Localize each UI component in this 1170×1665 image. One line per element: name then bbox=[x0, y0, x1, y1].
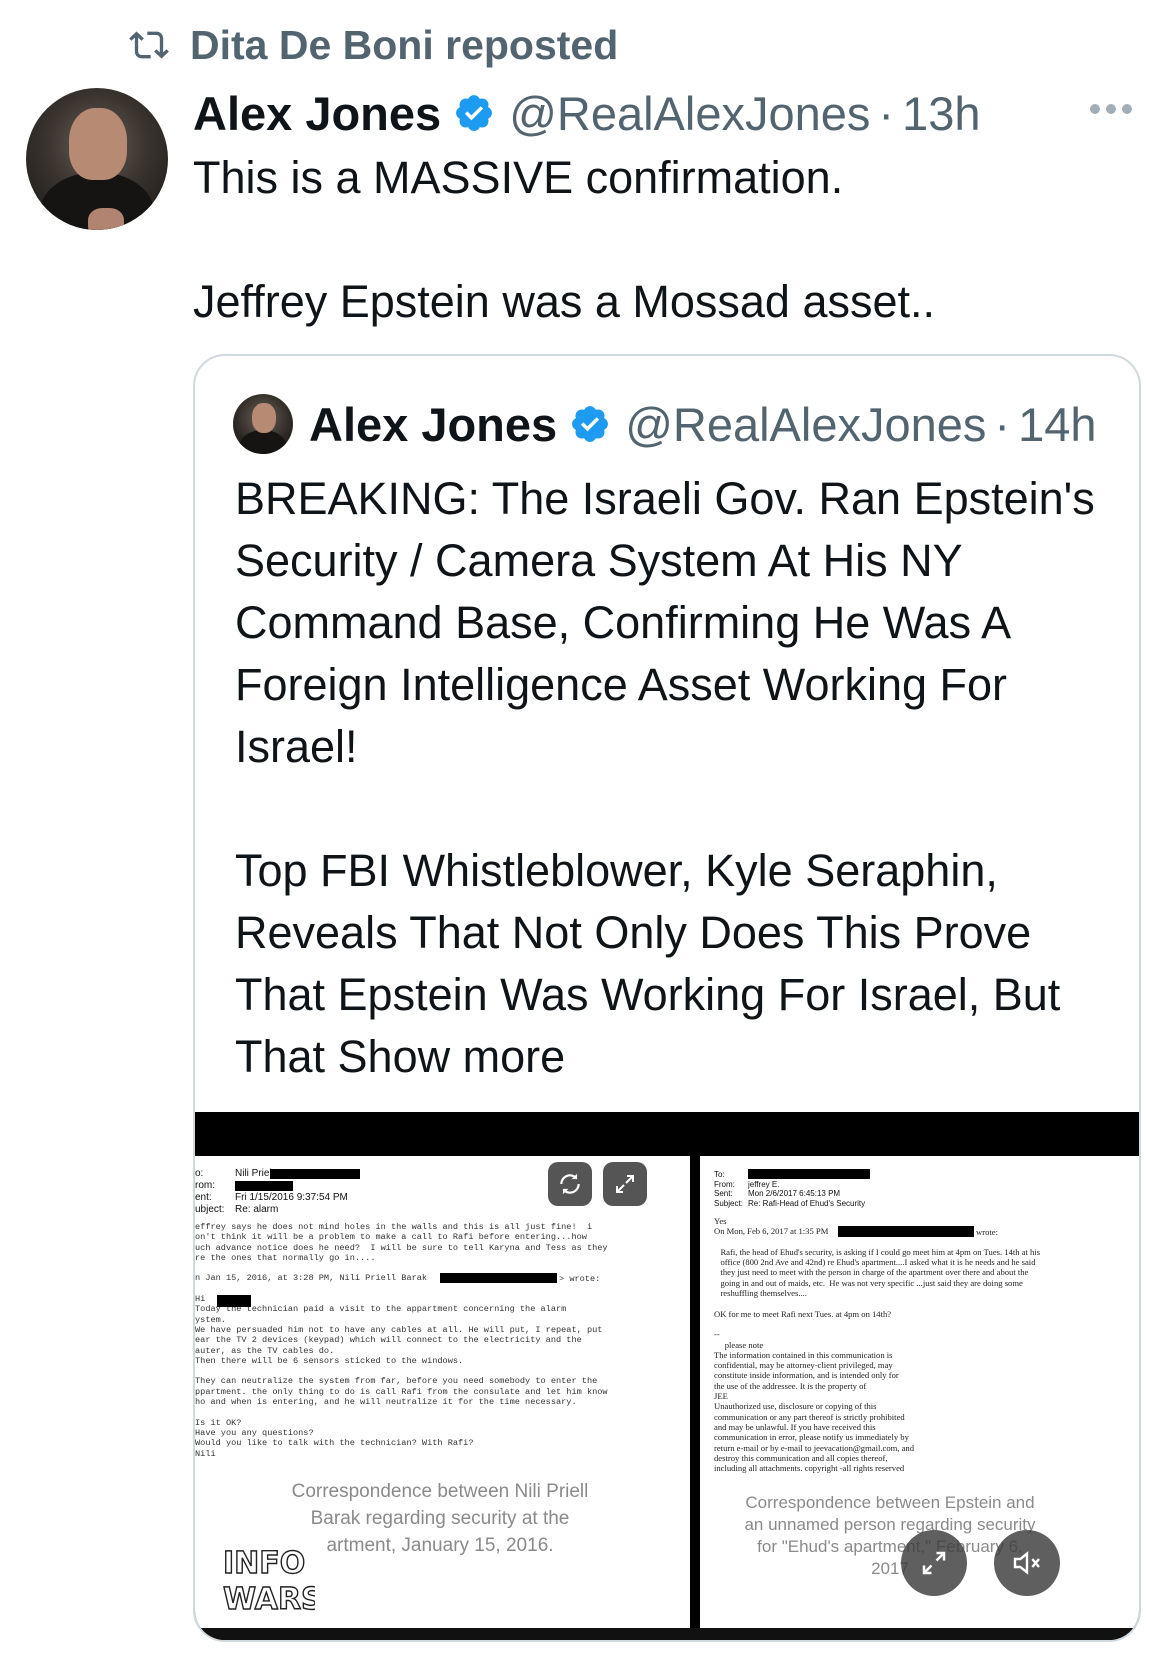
repost-label[interactable]: Dita De Boni reposted bbox=[190, 22, 618, 69]
post-time[interactable]: 13h bbox=[902, 86, 980, 141]
author-name[interactable]: Alex Jones bbox=[193, 86, 441, 141]
doc-header-labels: o: rom: ent: ubject: bbox=[195, 1168, 225, 1215]
infowars-logo: INFO WARS bbox=[222, 1545, 315, 1617]
separator-dot: · bbox=[994, 397, 1011, 451]
redaction bbox=[838, 1226, 974, 1237]
verified-badge-icon bbox=[572, 406, 609, 442]
redaction bbox=[440, 1273, 557, 1283]
verified-badge-icon[interactable] bbox=[453, 92, 495, 134]
post-text-line: This is a MASSIVE confirmation. bbox=[193, 152, 844, 203]
post-text-line: Jeffrey Epstein was a Mossad asset.. bbox=[193, 276, 936, 327]
separator-dot: · bbox=[878, 86, 895, 140]
redaction bbox=[270, 1169, 360, 1179]
doc-body-text: Yes On Mon, Feb 6, 2017 at 1:35 PM Rafi,… bbox=[714, 1216, 1041, 1474]
doc-body-text: effrey says he does not mind holes in th… bbox=[195, 1222, 608, 1459]
svg-text:WARS: WARS bbox=[223, 1582, 315, 1617]
quoted-author-name: Alex Jones bbox=[309, 397, 558, 451]
quoted-paragraph: BREAKING: The Israeli Gov. Ran Epstein's… bbox=[235, 473, 1095, 772]
redaction bbox=[748, 1169, 870, 1179]
repost-icon bbox=[129, 31, 169, 59]
quoted-post[interactable]: Alex Jones @RealAlexJones · 14h BREAKING… bbox=[193, 354, 1141, 1642]
document-image-right: To: From: Sent: Subject: jeffrey E. Mon … bbox=[700, 1156, 1139, 1628]
repost-indicator: Dita De Boni reposted bbox=[126, 20, 618, 70]
svg-text:INFO: INFO bbox=[223, 1546, 305, 1581]
quoted-post-header: Alex Jones @RealAlexJones · 14h bbox=[309, 392, 1097, 456]
doc-wrote-label: > wrote: bbox=[559, 1274, 601, 1284]
quoted-post-time: 14h bbox=[1018, 397, 1097, 451]
quoted-paragraph: Top FBI Whistleblower, Kyle Seraphin, Re… bbox=[235, 845, 1061, 1082]
refresh-icon[interactable] bbox=[548, 1162, 592, 1206]
mute-icon[interactable] bbox=[994, 1530, 1060, 1596]
post-text: This is a MASSIVE confirmation. Jeffrey … bbox=[193, 148, 1133, 332]
quoted-media[interactable]: o: rom: ent: ubject: Nili Priel Fri 1/15… bbox=[195, 1112, 1139, 1640]
more-options-icon[interactable] bbox=[1090, 104, 1132, 114]
quoted-author-handle: @RealAlexJones bbox=[625, 397, 987, 451]
redaction bbox=[235, 1181, 293, 1191]
quoted-post-text: BREAKING: The Israeli Gov. Ran Epstein's… bbox=[235, 468, 1115, 1088]
doc-wrote-label: wrote: bbox=[976, 1227, 998, 1237]
expand-icon[interactable] bbox=[603, 1162, 647, 1206]
author-handle[interactable]: @RealAlexJones bbox=[509, 86, 870, 141]
fullscreen-icon[interactable] bbox=[901, 1530, 967, 1596]
post-header: Alex Jones @RealAlexJones · 13h bbox=[193, 82, 981, 144]
doc-header-labels: To: From: Sent: Subject: bbox=[714, 1170, 743, 1208]
quoted-author-avatar bbox=[233, 394, 293, 454]
author-avatar[interactable] bbox=[26, 88, 168, 230]
redaction bbox=[217, 1295, 251, 1307]
